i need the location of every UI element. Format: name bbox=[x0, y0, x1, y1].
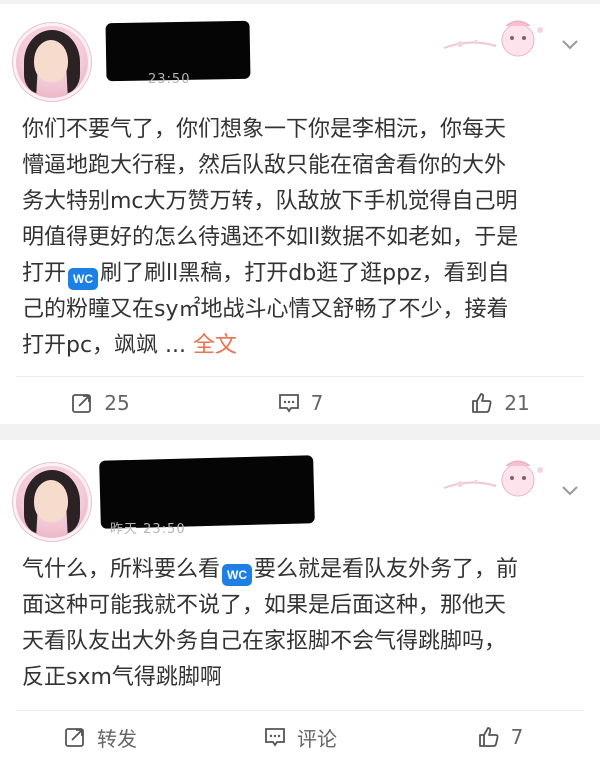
post-line-text: 你们不要气了，你们想象一下你是李相沅，你每天 bbox=[22, 117, 507, 142]
like-count: 21 bbox=[504, 391, 530, 415]
post-line: 明值得更好的怎么待遇还不如ll数据不如老如，于是 bbox=[22, 220, 582, 256]
post-line-text: 天看队友出大外务自己在家抠脚不会气得跳脚吗， bbox=[22, 629, 507, 654]
post-line-text: 务大特别mc大万赞万转，队敌放下手机觉得自己明 bbox=[22, 189, 518, 214]
post-card[interactable]: 23:50 你们不要气了，你们想象一下你是李相沅，你每天 懵逼地跑大行程，然后队… bbox=[0, 4, 600, 424]
repost-icon bbox=[72, 394, 92, 413]
full-text-link[interactable]: 全文 bbox=[193, 333, 237, 358]
post-line-text: 打开pc，飒飒 ... bbox=[22, 333, 194, 358]
action-bar: 25 7 21 bbox=[0, 378, 600, 428]
comment-count: 7 bbox=[310, 391, 324, 415]
post-line-text: 面这种可能我就不说了，如果是后面这种，那他天 bbox=[22, 593, 507, 618]
avatar[interactable] bbox=[16, 466, 88, 538]
post-line: 打开 WC 刷了刷ll黑稿，打开db逛了逛ppz，看到自 bbox=[22, 256, 582, 292]
action-divider bbox=[16, 710, 584, 711]
like-button[interactable]: 21 bbox=[400, 378, 600, 428]
repost-icon bbox=[65, 728, 84, 747]
comment-icon bbox=[265, 728, 285, 747]
wc-badge-icon[interactable]: WC bbox=[222, 564, 253, 586]
chevron-down-icon[interactable] bbox=[558, 478, 582, 502]
post-line: 你们不要气了，你们想象一下你是李相沅，你每天 bbox=[22, 112, 582, 148]
post-line-text: 懵逼地跑大行程，然后队敌只能在宿舍看你的大外 bbox=[22, 153, 507, 178]
post-time: 23:50 bbox=[148, 72, 191, 87]
post-line: 懵逼地跑大行程，然后队敌只能在宿舍看你的大外 bbox=[22, 148, 582, 184]
post-body: 你们不要气了，你们想象一下你是李相沅，你每天 懵逼地跑大行程，然后队敌只能在宿舍… bbox=[22, 112, 582, 364]
decoration-sticker bbox=[443, 20, 543, 57]
post-time: 昨天 23:50 bbox=[110, 522, 186, 537]
wc-badge-icon[interactable]: WC bbox=[68, 268, 99, 290]
repost-count: 25 bbox=[104, 391, 130, 415]
post-line: 天看队友出大外务自己在家抠脚不会气得跳脚吗， bbox=[22, 624, 582, 660]
post-line-text: 刷了刷ll黑稿，打开db逛了逛ppz，看到自 bbox=[100, 261, 510, 286]
comment-button[interactable]: 7 bbox=[200, 378, 400, 428]
avatar-face bbox=[34, 480, 68, 522]
comment-button[interactable]: 评论 bbox=[200, 712, 400, 762]
chevron-down-icon[interactable] bbox=[558, 32, 582, 56]
repost-button[interactable]: 25 bbox=[0, 378, 200, 428]
comment-label: 评论 bbox=[297, 726, 337, 751]
post-line-text: 明值得更好的怎么待遇还不如ll数据不如老如，于是 bbox=[22, 225, 519, 250]
post-card[interactable]: 昨天 23:50 气什么，所料要么看 WC 要么就是看队友外务了，前 面这种可能我就… bbox=[0, 440, 600, 768]
post-line: 务大特别mc大万赞万转，队敌放下手机觉得自己明 bbox=[22, 184, 582, 220]
post-line-text: 打开 bbox=[22, 261, 67, 286]
like-icon bbox=[478, 727, 499, 747]
post-line: 打开pc，飒飒 ... 全文 bbox=[22, 328, 582, 364]
like-button[interactable]: 7 bbox=[400, 712, 600, 762]
avatar[interactable] bbox=[16, 26, 88, 98]
repost-label: 转发 bbox=[97, 726, 137, 751]
post-line-text: 己的粉瞳又在sy㎡地战斗心情又舒畅了不少，接着 bbox=[22, 297, 509, 322]
action-bar: 转发 评论 7 bbox=[0, 712, 600, 762]
decoration-sticker bbox=[443, 460, 543, 497]
post-body: 气什么，所料要么看 WC 要么就是看队友外务了，前 面这种可能我就不说了，如果是后面… bbox=[22, 552, 582, 696]
action-divider bbox=[16, 376, 584, 377]
post-line: 气什么，所料要么看 WC 要么就是看队友外务了，前 bbox=[22, 552, 582, 588]
post-line-text: 气什么，所料要么看 bbox=[22, 557, 221, 582]
like-count: 7 bbox=[510, 725, 524, 749]
post-line: 己的粉瞳又在sy㎡地战斗心情又舒畅了不少，接着 bbox=[22, 292, 582, 328]
like-icon bbox=[472, 393, 492, 413]
comment-icon bbox=[278, 394, 299, 413]
post-line-text: 反正sxm气得跳脚啊 bbox=[22, 665, 222, 690]
repost-button[interactable]: 转发 bbox=[0, 712, 200, 762]
post-line: 面这种可能我就不说了，如果是后面这种，那他天 bbox=[22, 588, 582, 624]
post-line-text: 要么就是看队友外务了，前 bbox=[254, 557, 519, 582]
avatar-face bbox=[34, 40, 68, 82]
post-line: 反正sxm气得跳脚啊 bbox=[22, 660, 582, 696]
